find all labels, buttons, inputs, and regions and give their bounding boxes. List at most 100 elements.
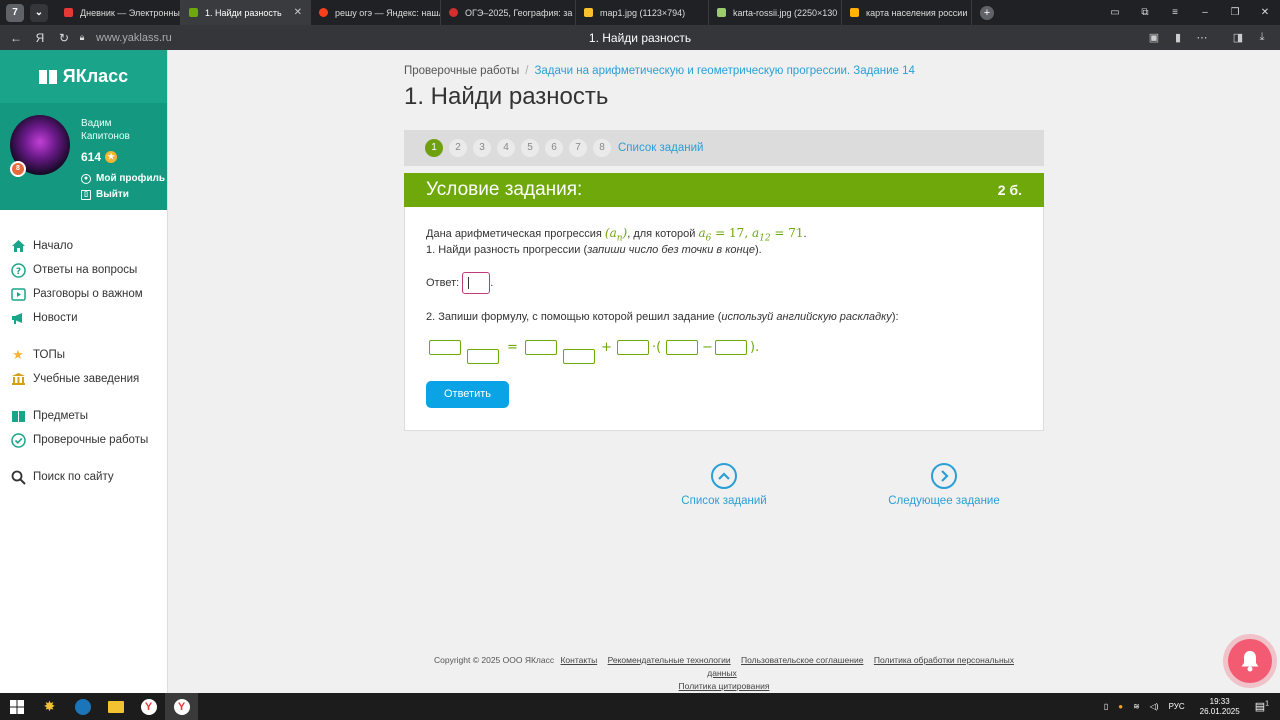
- formula-input-7[interactable]: [715, 340, 747, 355]
- logo[interactable]: ЯКласс: [0, 50, 167, 103]
- math-sequence: (an): [604, 226, 628, 244]
- menu-icon[interactable]: ≡: [1160, 7, 1190, 18]
- tab-favicon-icon: [584, 8, 593, 17]
- submit-button[interactable]: Ответить: [426, 381, 509, 408]
- question-1: 1. Найди разность прогрессии (запиши чис…: [426, 244, 762, 256]
- math-a12: a12 = 71: [751, 226, 804, 244]
- minimize-icon[interactable]: –: [1190, 7, 1220, 18]
- sidebar-item-search[interactable]: Поиск по сайту: [0, 465, 167, 489]
- logout-link[interactable]: ▯ Выйти: [81, 189, 129, 200]
- downloads-icon[interactable]: ⧉: [1130, 7, 1160, 18]
- download-icon[interactable]: ⤓: [1250, 31, 1274, 44]
- reload-icon[interactable]: ↻: [52, 31, 76, 45]
- formula-dot-paren: ·(: [652, 340, 662, 355]
- browser-tab[interactable]: решу огэ — Яндекс: нашл: [311, 0, 441, 25]
- step-3[interactable]: 3: [473, 139, 491, 157]
- formula-input-4[interactable]: [563, 349, 595, 364]
- clock[interactable]: 19:33 26.01.2025: [1195, 697, 1245, 717]
- language-indicator[interactable]: РУС: [1169, 702, 1185, 711]
- task-points: 2 б.: [997, 182, 1022, 198]
- profile-icon: ●: [81, 173, 91, 184]
- breadcrumb-link[interactable]: Задачи на арифметическую и геометрическу…: [534, 65, 914, 77]
- formula-input-6[interactable]: [666, 340, 698, 355]
- task-list-nav[interactable]: Список заданий: [664, 463, 784, 507]
- browser-tab[interactable]: ОГЭ–2025, География: за: [441, 0, 576, 25]
- extensions-icon[interactable]: ⋯: [1190, 31, 1214, 44]
- sidebar-item-home[interactable]: Начало: [0, 234, 167, 258]
- sidebar-item-schools[interactable]: Учебные заведения: [0, 367, 167, 391]
- close-window-icon[interactable]: ✕: [1250, 7, 1280, 18]
- sidebar-item-tops[interactable]: ★ ТОПы: [0, 343, 167, 367]
- reader-icon[interactable]: ▣: [1142, 31, 1166, 44]
- sidebar-item-news[interactable]: Новости: [0, 306, 167, 330]
- yandex-browser-icon[interactable]: Y: [132, 693, 165, 720]
- sidebar-item-label: Новости: [33, 312, 78, 324]
- task-list-link[interactable]: Список заданий: [618, 142, 703, 154]
- sidebar-item-tests[interactable]: Проверочные работы: [0, 428, 167, 452]
- windows-start-icon[interactable]: [0, 693, 33, 720]
- wifi-icon[interactable]: ≋: [1133, 702, 1140, 711]
- video-icon: [10, 286, 26, 302]
- browser-tab[interactable]: karta-rossii.jpg (2250×130: [709, 0, 842, 25]
- tab-favicon-icon: [449, 8, 458, 17]
- check-icon: [10, 432, 26, 448]
- footer-link-recommend[interactable]: Рекомендательные технологии: [608, 655, 731, 665]
- file-explorer-icon[interactable]: [99, 693, 132, 720]
- task-body: Дана арифметическая прогрессия (an), для…: [404, 207, 1044, 431]
- browser-tab[interactable]: карта населения россии: [842, 0, 972, 25]
- breadcrumb-root[interactable]: Проверочные работы: [404, 65, 519, 77]
- window-controls: ▭ ⧉ ≡ – ❐ ✕: [1100, 0, 1280, 25]
- sidebar-item-talks[interactable]: Разговоры о важном: [0, 282, 167, 306]
- sidebar-item-label: Начало: [33, 240, 74, 252]
- volume-icon[interactable]: ◁): [1150, 702, 1159, 711]
- footer-link-contacts[interactable]: Контакты: [560, 655, 597, 665]
- answer-input[interactable]: [462, 272, 491, 294]
- notification-bell-button[interactable]: [1228, 639, 1272, 683]
- step-1[interactable]: 1: [425, 139, 443, 157]
- back-icon[interactable]: ←: [4, 31, 28, 45]
- level-badge: 8: [10, 161, 26, 177]
- footer-link-agreement[interactable]: Пользовательское соглашение: [741, 655, 863, 665]
- formula-close: ).: [750, 340, 760, 355]
- sidebar-item-subjects[interactable]: Предметы: [0, 404, 167, 428]
- step-5[interactable]: 5: [521, 139, 539, 157]
- yandex-icon[interactable]: Я: [28, 31, 52, 45]
- browser-tab-active[interactable]: 1. Найди разность ✕: [181, 0, 311, 25]
- step-8[interactable]: 8: [593, 139, 611, 157]
- app-sun-icon[interactable]: ✸: [33, 693, 66, 720]
- browser-tab[interactable]: Дневник — Электронный: [56, 0, 181, 25]
- bookmark-icon[interactable]: ▮: [1166, 31, 1190, 44]
- notifications-icon[interactable]: ▤1: [1255, 700, 1269, 713]
- maximize-icon[interactable]: ❐: [1220, 7, 1250, 18]
- browser-tab[interactable]: map1.jpg (1123×794): [576, 0, 709, 25]
- step-7[interactable]: 7: [569, 139, 587, 157]
- close-tab-icon[interactable]: ✕: [286, 7, 302, 18]
- svg-text:?: ?: [15, 267, 20, 277]
- bookmarks-icon[interactable]: ▭: [1100, 7, 1130, 18]
- tab-counter-button[interactable]: 7: [6, 3, 24, 22]
- breadcrumb: Проверочные работы / Задачи на арифметичес…: [404, 65, 915, 77]
- tray-lock-icon[interactable]: ▯: [1104, 702, 1108, 711]
- next-task-nav[interactable]: Следующее задание: [884, 463, 1004, 507]
- formula-input-2[interactable]: [467, 349, 499, 364]
- sidebar-item-answers[interactable]: ? Ответы на вопросы: [0, 258, 167, 282]
- step-6[interactable]: 6: [545, 139, 563, 157]
- clock-date: 26.01.2025: [1199, 706, 1240, 716]
- sidebar-toggle-icon[interactable]: ◨: [1226, 31, 1250, 44]
- points-value: 614: [81, 150, 102, 164]
- new-tab-icon[interactable]: +: [980, 5, 994, 20]
- step-4[interactable]: 4: [497, 139, 515, 157]
- yandex-browser-active-icon[interactable]: Y: [165, 693, 198, 720]
- answer-row: Ответ: .: [426, 272, 493, 294]
- steam-icon[interactable]: [66, 693, 99, 720]
- tabs-dropdown-icon[interactable]: ⌄: [30, 3, 48, 22]
- footer-link-citation[interactable]: Политика цитирования: [679, 681, 770, 691]
- formula-input-1[interactable]: [429, 340, 461, 355]
- formula-input-5[interactable]: [617, 340, 649, 355]
- sidebar-item-label: Ответы на вопросы: [33, 264, 138, 276]
- step-2[interactable]: 2: [449, 139, 467, 157]
- url-field[interactable]: www.yaklass.ru: [96, 32, 172, 44]
- tray-app-icon[interactable]: ●: [1118, 702, 1123, 711]
- formula-input-3[interactable]: [525, 340, 557, 355]
- my-profile-link[interactable]: ● Мой профиль: [81, 173, 165, 184]
